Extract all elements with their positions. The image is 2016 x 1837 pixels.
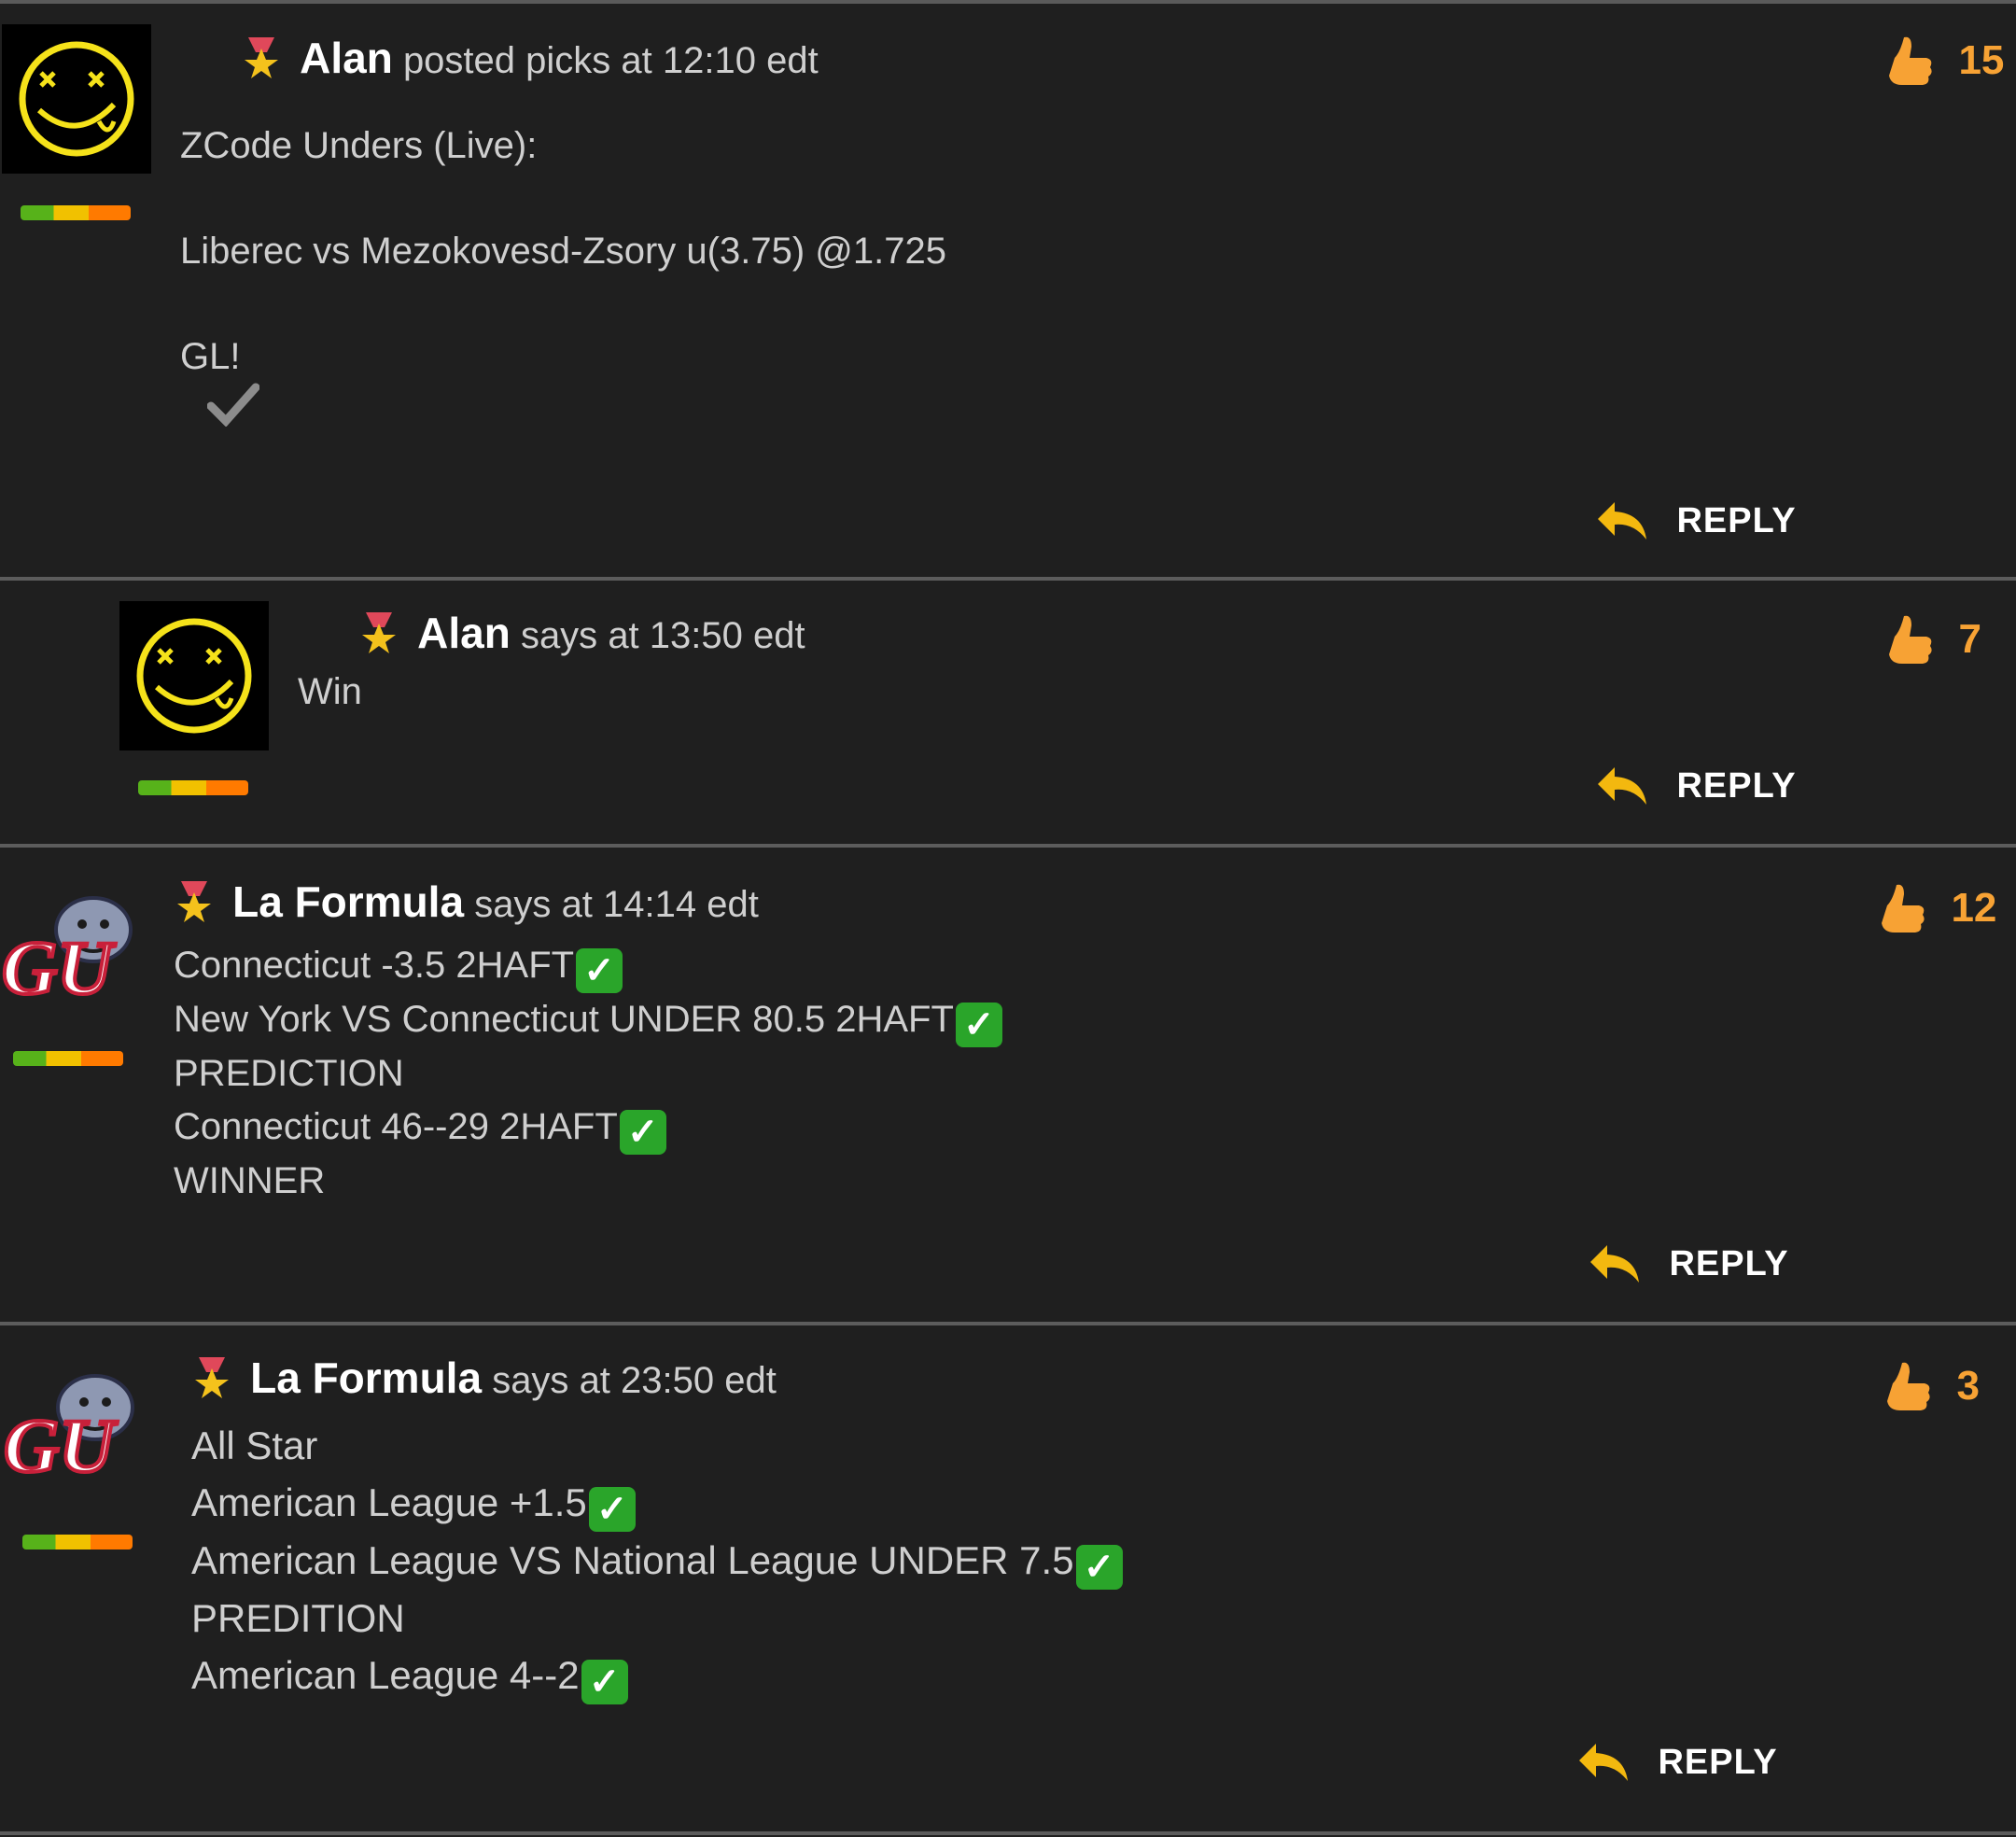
medal-icon bbox=[195, 1357, 229, 1398]
svg-text:GU: GU bbox=[4, 1403, 118, 1488]
post-line: ZCode Unders (Live): bbox=[180, 125, 538, 166]
post-line: PREDITION bbox=[191, 1596, 405, 1640]
smiley-face-icon bbox=[136, 618, 252, 734]
post-body: ZCode Unders (Live): Liberec vs Mezokove… bbox=[180, 93, 946, 410]
check-mark-icon: ✓ bbox=[588, 1487, 636, 1532]
post-time: at 23:50 edt bbox=[579, 1360, 777, 1401]
reply-arrow-icon bbox=[1598, 502, 1646, 540]
post-body: Connecticut -3.5 2HAFT ✓ New York VS Conn… bbox=[174, 939, 1002, 1208]
post-line: Liberec vs Mezokovesd-Zsory u(3.75) @1.7… bbox=[180, 231, 946, 272]
svg-text:GU: GU bbox=[2, 925, 116, 1010]
author-name[interactable]: La Formula bbox=[250, 1353, 482, 1402]
thumbs-up-icon bbox=[1889, 36, 1932, 85]
medal-icon bbox=[362, 612, 396, 653]
reply-label: REPLY bbox=[1658, 1742, 1778, 1782]
post-verb: says bbox=[492, 1360, 569, 1401]
reply-label: REPLY bbox=[1669, 1243, 1789, 1283]
post-header: Alan posted picks at 12:10 edt bbox=[241, 35, 819, 83]
reply-arrow-icon bbox=[1579, 1744, 1628, 1781]
post-header: Alan says at 13:50 edt bbox=[358, 610, 805, 658]
user-rank-bar bbox=[22, 1535, 133, 1550]
user-rank-bar bbox=[138, 780, 248, 795]
user-rank-bar bbox=[13, 1051, 123, 1066]
user-avatar[interactable] bbox=[2, 24, 151, 174]
post-line: American League VS National League UNDER… bbox=[191, 1532, 1123, 1590]
reply-button[interactable]: REPLY bbox=[1577, 1740, 1778, 1785]
post-time: at 12:10 edt bbox=[621, 40, 819, 81]
comment-post-4: GU La Formula says at 23:50 edt All Star… bbox=[0, 1325, 2016, 1831]
post-line: All Star bbox=[191, 1423, 318, 1467]
thumbs-up-icon bbox=[1887, 1362, 1930, 1410]
post-line: PREDICTION bbox=[174, 1053, 404, 1094]
post-verb: posted picks bbox=[402, 40, 611, 81]
like-button[interactable]: 15 bbox=[1882, 32, 2004, 90]
smiley-face-icon bbox=[19, 41, 134, 157]
user-avatar[interactable]: GU bbox=[0, 890, 154, 1017]
user-avatar[interactable]: GU bbox=[2, 1368, 156, 1494]
post-line: Connecticut 46--29 2HAFT ✓ bbox=[174, 1101, 1002, 1155]
author-name[interactable]: Alan bbox=[300, 34, 393, 82]
post-divider bbox=[0, 1831, 2016, 1835]
like-button[interactable]: 7 bbox=[1882, 610, 1981, 668]
reply-button[interactable]: REPLY bbox=[1596, 498, 1797, 543]
author-name[interactable]: La Formula bbox=[232, 877, 464, 926]
checkmark-icon bbox=[206, 375, 260, 440]
check-mark-icon: ✓ bbox=[1075, 1545, 1123, 1590]
post-line: GL! bbox=[180, 336, 241, 377]
comment-post-3: GU La Formula says at 14:14 edt Connecti… bbox=[0, 848, 2016, 1322]
check-mark-icon: ✓ bbox=[955, 1003, 1002, 1047]
medal-icon bbox=[177, 881, 211, 922]
post-header: La Formula says at 14:14 edt bbox=[174, 879, 759, 927]
like-button[interactable]: 3 bbox=[1880, 1357, 1980, 1415]
gu-bulldog-logo: GU bbox=[2, 1374, 134, 1490]
thumbs-up-icon bbox=[1882, 884, 1925, 933]
user-rank-bar bbox=[21, 205, 131, 220]
like-count: 15 bbox=[1958, 37, 2005, 83]
reply-label: REPLY bbox=[1676, 500, 1797, 540]
post-line: Win bbox=[298, 671, 362, 712]
like-count: 12 bbox=[1951, 885, 1997, 931]
author-name[interactable]: Alan bbox=[417, 609, 511, 657]
gu-bulldog-logo: GU bbox=[0, 896, 133, 1012]
like-count: 7 bbox=[1958, 616, 1981, 662]
check-mark-icon: ✓ bbox=[581, 1660, 628, 1704]
post-time: at 13:50 edt bbox=[608, 615, 805, 656]
user-avatar[interactable] bbox=[119, 601, 269, 750]
post-verb: says bbox=[474, 884, 552, 925]
thumbs-up-icon bbox=[1889, 615, 1932, 664]
post-line: Connecticut -3.5 2HAFT ✓ bbox=[174, 939, 1002, 993]
reply-arrow-icon bbox=[1598, 767, 1646, 805]
post-header: La Formula says at 23:50 edt bbox=[191, 1355, 777, 1403]
post-time: at 14:14 edt bbox=[561, 884, 759, 925]
post-body: Win bbox=[298, 668, 362, 715]
comment-post-2: Alan says at 13:50 edt Win 7 REPLY bbox=[0, 581, 2016, 844]
comment-post-1: Alan posted picks at 12:10 edt ZCode Und… bbox=[0, 4, 2016, 579]
reply-button[interactable]: REPLY bbox=[1589, 1241, 1789, 1286]
reply-arrow-icon bbox=[1590, 1245, 1639, 1283]
check-mark-icon: ✓ bbox=[619, 1110, 666, 1155]
medal-icon bbox=[245, 37, 278, 78]
post-line: American League +1.5 ✓ bbox=[191, 1474, 1123, 1532]
post-line: WINNER bbox=[174, 1160, 326, 1201]
reply-label: REPLY bbox=[1676, 765, 1797, 806]
post-line: New York VS Connecticut UNDER 80.5 2HAFT… bbox=[174, 993, 1002, 1047]
like-count: 3 bbox=[1956, 1363, 1980, 1409]
check-mark-icon: ✓ bbox=[576, 948, 623, 993]
post-body: All Star American League +1.5 ✓ American … bbox=[191, 1417, 1123, 1704]
reply-button[interactable]: REPLY bbox=[1596, 764, 1797, 808]
post-verb: says bbox=[520, 615, 598, 656]
like-button[interactable]: 12 bbox=[1874, 879, 1996, 937]
post-line: American League 4--2 ✓ bbox=[191, 1647, 1123, 1704]
